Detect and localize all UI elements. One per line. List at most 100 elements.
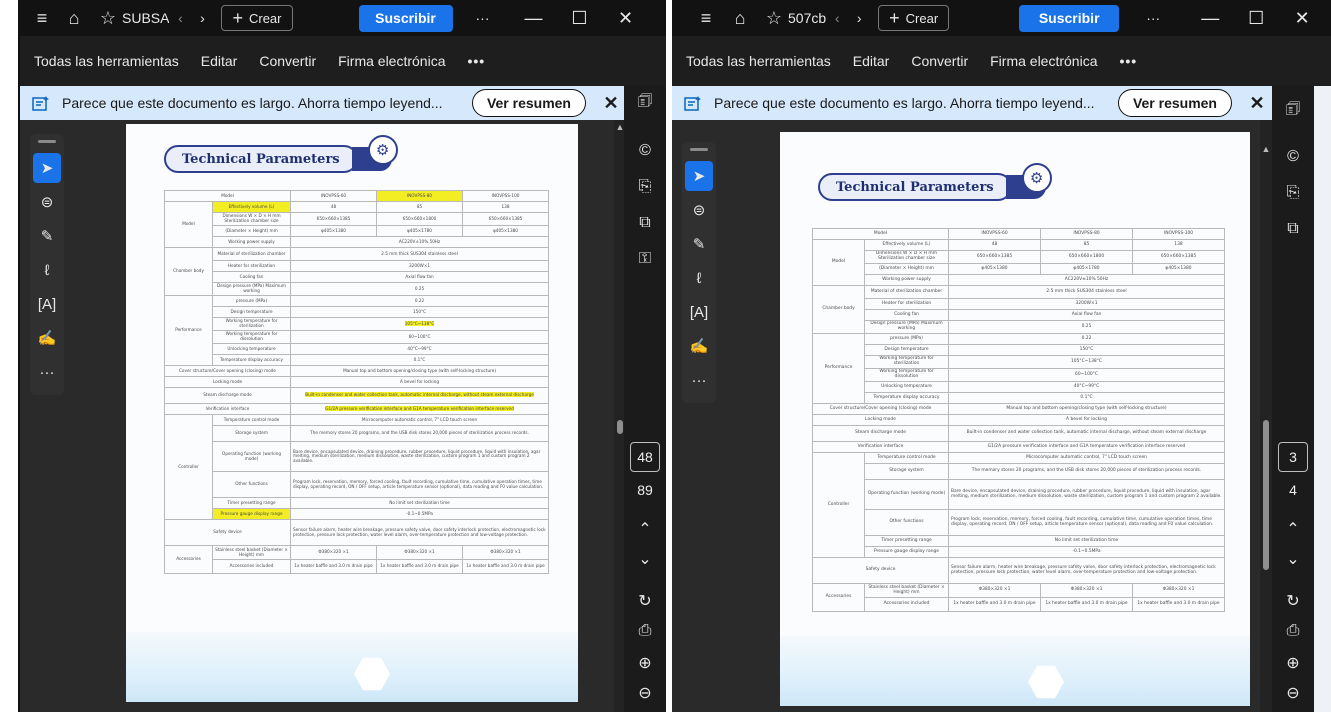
label-cell: Cooling fan xyxy=(211,271,292,283)
scroll-up-arrow-icon[interactable]: ▲ xyxy=(1260,144,1272,154)
value-cell: φ405×1380 xyxy=(1132,263,1225,275)
group-cell: Accessories xyxy=(164,545,213,574)
document-tab-title[interactable]: SUBSA xyxy=(122,10,169,26)
tab-scroll-right-icon[interactable]: › xyxy=(848,10,870,26)
value-cell: G1/2A pressure verification interface an… xyxy=(290,403,550,415)
draw-icon[interactable]: ℓ xyxy=(685,263,713,293)
refresh-icon[interactable]: ↻ xyxy=(1272,586,1314,616)
chevron-down-icon[interactable]: ⌄ xyxy=(1272,544,1314,574)
signature-icon[interactable]: ✍ xyxy=(33,323,61,353)
home-icon[interactable]: ⌂ xyxy=(726,4,754,32)
value-cell: Built-in condenser and water collection … xyxy=(948,425,1225,442)
copy-pages-icon[interactable]: ⧉ xyxy=(1278,214,1308,244)
tab-scroll-left-icon[interactable]: ‹ xyxy=(826,10,848,26)
hamburger-icon[interactable]: ≡ xyxy=(692,4,720,32)
bookmark-icon[interactable]: ⎘ xyxy=(630,172,660,202)
home-icon[interactable]: ⌂ xyxy=(60,4,88,32)
scrollbar-thumb[interactable] xyxy=(617,420,623,434)
ai-assistant-icon[interactable]: 🗊 xyxy=(1278,96,1308,126)
cursor-icon[interactable]: ➤ xyxy=(685,161,713,191)
subscribe-button[interactable]: Suscribir xyxy=(1019,4,1120,32)
save-icon[interactable]: ⎙ xyxy=(624,616,666,646)
text-box-icon[interactable]: [A] xyxy=(33,289,61,319)
group-cell: Controller xyxy=(812,452,865,558)
menu-all-tools[interactable]: Todas las herramientas xyxy=(686,53,831,69)
more-tools-icon[interactable]: ··· xyxy=(685,365,713,395)
value-cell: 85 xyxy=(1040,239,1133,251)
more-options-icon[interactable]: ··· xyxy=(463,10,503,26)
value-cell: The memory stores 20 programs, and the U… xyxy=(948,463,1225,480)
zoom-in-icon[interactable]: ⊕ xyxy=(624,648,666,678)
text-box-icon[interactable]: [A] xyxy=(685,297,713,327)
view-summary-button[interactable]: Ver resumen xyxy=(471,89,586,117)
menu-e-signature[interactable]: Firma electrónica xyxy=(990,53,1097,69)
value-cell: 85 xyxy=(376,201,464,213)
vertical-scrollbar[interactable]: ▲ xyxy=(1260,120,1272,712)
toolbar-grip[interactable] xyxy=(690,148,708,151)
tab-scroll-right-icon[interactable]: › xyxy=(191,10,213,26)
document-tab-title[interactable]: 507cb xyxy=(788,10,826,26)
zoom-in-icon[interactable]: ⊕ xyxy=(1272,648,1314,678)
acrobat-window-left: ≡ ⌂ ☆ SUBSA ‹ › + Crear Suscribir ··· — ☐… xyxy=(18,0,666,712)
highlight-pen-icon[interactable]: ✎ xyxy=(685,229,713,259)
chevron-up-icon[interactable]: ⌃ xyxy=(1272,514,1314,544)
more-options-icon[interactable]: ··· xyxy=(1133,10,1173,26)
maximize-button[interactable]: ☐ xyxy=(557,0,603,36)
copy-pages-icon[interactable]: ⧉ xyxy=(630,208,660,238)
star-icon[interactable]: ☆ xyxy=(94,4,122,32)
menu-more-icon[interactable]: ••• xyxy=(468,53,486,69)
comment-icon[interactable]: ⊜ xyxy=(685,195,713,225)
document-viewport[interactable]: Technical Parameters ⚙ Model INOVPSS-60 … xyxy=(20,120,614,712)
menu-convert[interactable]: Convertir xyxy=(911,53,968,69)
bookmark-icon[interactable]: ⎘ xyxy=(1278,178,1308,208)
value-cell: 40°C~99°C xyxy=(290,343,550,355)
chevron-up-icon[interactable]: ⌃ xyxy=(624,514,666,544)
menu-all-tools[interactable]: Todas las herramientas xyxy=(34,53,179,69)
menu-more-icon[interactable]: ••• xyxy=(1120,53,1138,69)
scrollbar-thumb[interactable] xyxy=(1263,420,1269,570)
minimize-button[interactable]: — xyxy=(1187,0,1233,36)
cursor-icon[interactable]: ➤ xyxy=(33,153,61,183)
star-icon[interactable]: ☆ xyxy=(760,4,788,32)
menu-edit[interactable]: Editar xyxy=(201,53,238,69)
ai-assistant-icon[interactable]: 🗊 xyxy=(630,88,660,118)
banner-close-icon[interactable]: ✕ xyxy=(596,93,626,114)
value-cell: 1x heater baffle and 3.0 m drain pipe xyxy=(1132,597,1225,612)
zoom-out-icon[interactable]: ⊖ xyxy=(624,678,666,708)
document-viewport[interactable]: Technical Parameters ⚙ Model INOVPSS-60 … xyxy=(672,120,1272,712)
zoom-out-icon[interactable]: ⊖ xyxy=(1272,678,1314,708)
draw-icon[interactable]: ℓ xyxy=(33,255,61,285)
more-tools-icon[interactable]: ··· xyxy=(33,357,61,387)
minimize-button[interactable]: — xyxy=(511,0,557,36)
current-page-field[interactable]: 48 xyxy=(630,442,660,472)
chevron-down-icon[interactable]: ⌄ xyxy=(624,544,666,574)
refresh-icon[interactable]: ↻ xyxy=(624,586,666,616)
create-button[interactable]: + Crear xyxy=(878,5,950,31)
value-cell: Microcomputer automatic control, 7" LCD … xyxy=(290,414,550,426)
toolbar-grip[interactable] xyxy=(38,140,56,143)
maximize-button[interactable]: ☐ xyxy=(1233,0,1279,36)
protect-icon[interactable]: ⚿ xyxy=(630,244,660,274)
table-row: Safety device Sensor failure alarm, heat… xyxy=(812,557,1225,584)
signature-icon[interactable]: ✍ xyxy=(685,331,713,361)
comment-panel-icon[interactable]: © xyxy=(630,136,660,166)
label-cell: Stainless steel basket (Diameter × Heigh… xyxy=(211,545,292,560)
subscribe-button[interactable]: Suscribir xyxy=(358,4,453,32)
tab-scroll-left-icon[interactable]: ‹ xyxy=(169,10,191,26)
value-cell: 150°C xyxy=(948,344,1225,356)
highlight-pen-icon[interactable]: ✎ xyxy=(33,221,61,251)
banner-close-icon[interactable]: ✕ xyxy=(1242,93,1272,114)
menu-edit[interactable]: Editar xyxy=(853,53,890,69)
menu-e-signature[interactable]: Firma electrónica xyxy=(338,53,445,69)
close-window-button[interactable]: ✕ xyxy=(603,0,649,36)
comment-icon[interactable]: ⊜ xyxy=(33,187,61,217)
value-cell: Φ380×320 ×1 xyxy=(1132,583,1225,598)
save-icon[interactable]: ⎙ xyxy=(1272,616,1314,646)
menu-convert[interactable]: Convertir xyxy=(259,53,316,69)
view-summary-button[interactable]: Ver resumen xyxy=(1117,89,1232,117)
current-page-field[interactable]: 3 xyxy=(1278,442,1308,472)
close-window-button[interactable]: ✕ xyxy=(1279,0,1325,36)
create-button[interactable]: + Crear xyxy=(221,5,293,31)
comment-panel-icon[interactable]: © xyxy=(1278,142,1308,172)
hamburger-icon[interactable]: ≡ xyxy=(28,4,56,32)
